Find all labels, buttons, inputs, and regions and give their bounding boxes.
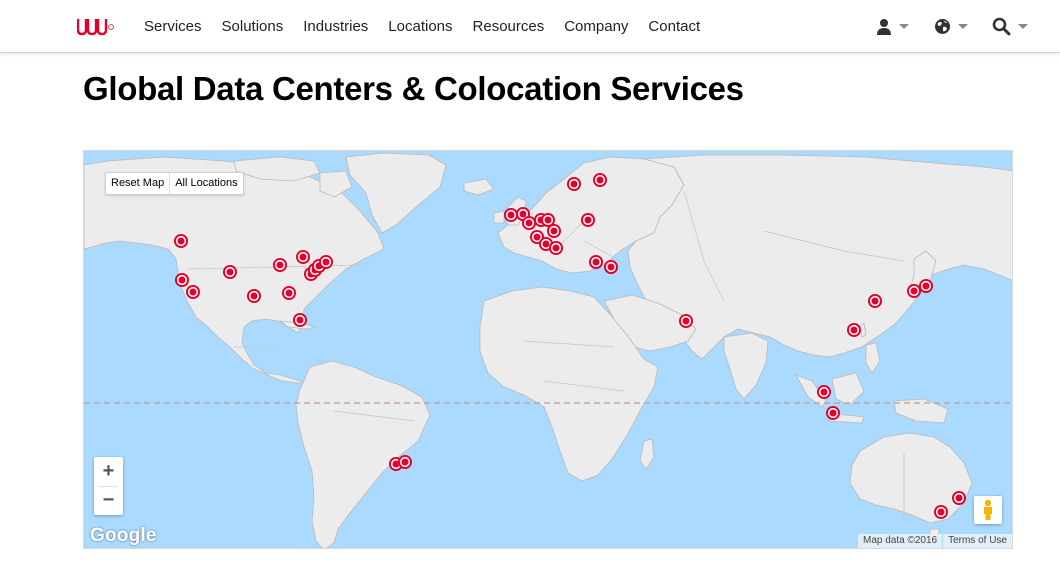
location-marker-stockholm[interactable]: [567, 177, 581, 191]
location-marker-chicago[interactable]: [273, 258, 287, 272]
zoom-divider: [99, 486, 118, 487]
location-marker-milan[interactable]: [549, 241, 563, 255]
location-marker-shanghai[interactable]: [868, 294, 882, 308]
location-marker-sofia[interactable]: [589, 255, 603, 269]
nav-locations[interactable]: Locations: [378, 0, 462, 53]
location-marker-tokyo[interactable]: [919, 279, 933, 293]
location-marker-silicon-valley[interactable]: [175, 273, 189, 287]
zoom-in-button[interactable]: +: [94, 457, 123, 486]
search-menu[interactable]: [992, 0, 1028, 53]
location-marker-dubai[interactable]: [679, 314, 693, 328]
location-marker-munich[interactable]: [547, 224, 561, 238]
language-menu[interactable]: [934, 0, 968, 53]
nav-contact[interactable]: Contact: [638, 0, 710, 53]
location-marker-melbourne[interactable]: [934, 505, 948, 519]
location-marker-hong-kong[interactable]: [847, 323, 861, 337]
equinix-logo[interactable]: [77, 16, 115, 38]
nav-company[interactable]: Company: [554, 0, 638, 53]
street-view-button[interactable]: [974, 496, 1002, 524]
pegman-icon: [984, 499, 992, 520]
location-marker-helsinki[interactable]: [593, 173, 607, 187]
chevron-down-icon: [958, 24, 968, 29]
user-icon: [877, 19, 891, 35]
zoom-out-button[interactable]: −: [94, 486, 123, 515]
location-marker-singapore[interactable]: [817, 385, 831, 399]
nav-services[interactable]: Services: [134, 0, 212, 53]
search-icon: [992, 17, 1011, 36]
map-data-label: Map data ©2016: [858, 534, 943, 548]
page-title: Global Data Centers & Colocation Service…: [83, 70, 744, 107]
world-map-land: [84, 152, 1012, 548]
nav-industries[interactable]: Industries: [293, 0, 378, 53]
globe-icon: [935, 19, 950, 34]
chevron-down-icon: [1018, 24, 1028, 29]
locations-map[interactable]: Reset Map All Locations + − Google Map d…: [83, 150, 1013, 549]
location-marker-seattle[interactable]: [174, 234, 188, 248]
account-menu[interactable]: [876, 0, 909, 53]
zoom-control: + −: [94, 457, 123, 515]
location-marker-dublin[interactable]: [504, 208, 518, 222]
nav-resources[interactable]: Resources: [463, 0, 555, 53]
map-attribution: Map data ©2016 Terms of Use: [858, 534, 1012, 548]
location-marker-sydney[interactable]: [952, 491, 966, 505]
main-nav: Services Solutions Industries Locations …: [134, 0, 710, 53]
location-marker-toronto[interactable]: [296, 250, 310, 264]
location-marker-atlanta[interactable]: [282, 286, 296, 300]
location-marker-istanbul[interactable]: [604, 260, 618, 274]
location-marker-jakarta[interactable]: [826, 406, 840, 420]
nav-solutions[interactable]: Solutions: [212, 0, 294, 53]
chevron-down-icon: [899, 24, 909, 29]
site-header: Services Solutions Industries Locations …: [0, 0, 1060, 53]
google-logo: Google: [90, 525, 157, 546]
location-marker-los-angeles[interactable]: [186, 285, 200, 299]
location-marker-boston[interactable]: [319, 255, 333, 269]
location-marker-osaka[interactable]: [907, 284, 921, 298]
map-controls: Reset Map All Locations: [105, 172, 244, 195]
terms-of-use-link[interactable]: Terms of Use: [943, 534, 1012, 548]
location-marker-miami[interactable]: [293, 313, 307, 327]
all-locations-button[interactable]: All Locations: [169, 173, 243, 194]
location-marker-rio-de-janeiro[interactable]: [398, 455, 412, 469]
location-marker-dallas[interactable]: [247, 289, 261, 303]
location-marker-warsaw[interactable]: [581, 213, 595, 227]
location-marker-paris[interactable]: [522, 216, 536, 230]
reset-map-button[interactable]: Reset Map: [106, 173, 170, 194]
location-marker-denver[interactable]: [223, 265, 237, 279]
